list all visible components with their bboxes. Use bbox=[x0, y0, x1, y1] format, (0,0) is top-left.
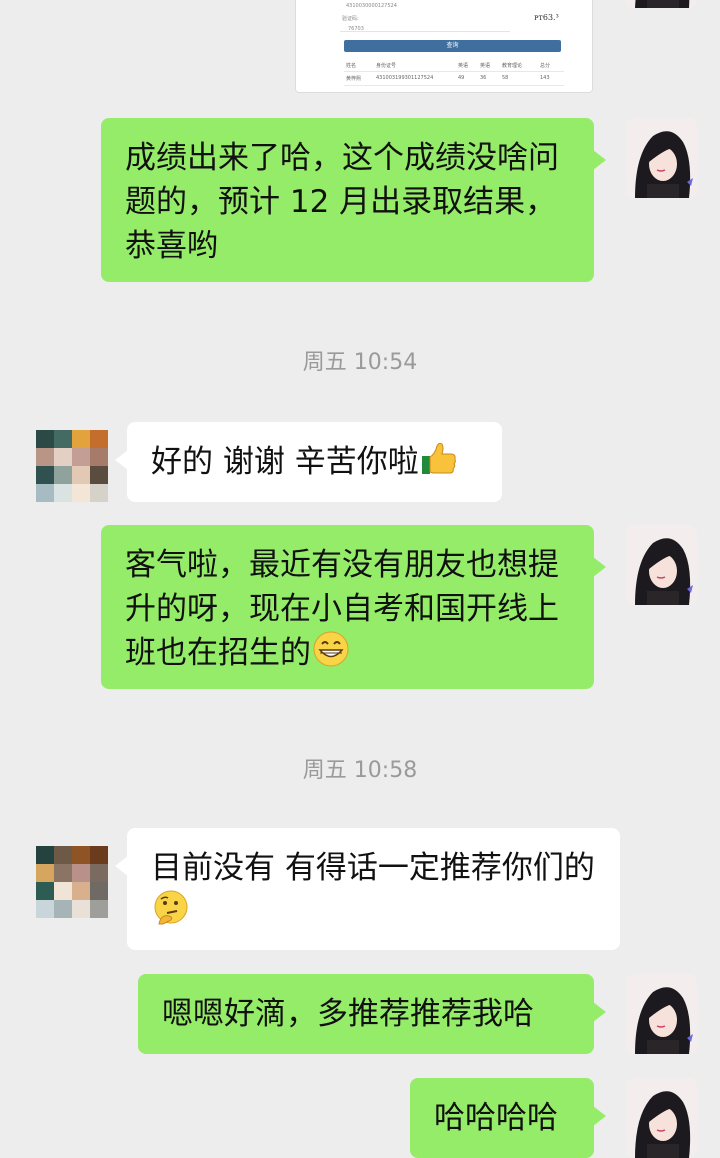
bubble-tail bbox=[593, 150, 606, 170]
message-text: 目前没有 有得话一定推荐你们的 bbox=[151, 850, 595, 886]
score-table-header: 姓名 身份证号 英语 英语 教育理论 总分 bbox=[346, 63, 551, 69]
bubble-tail bbox=[115, 450, 128, 470]
my-avatar[interactable] bbox=[625, 525, 697, 605]
message-bubble-other[interactable]: 好的 谢谢 辛苦你啦 bbox=[115, 422, 502, 502]
table-divider bbox=[344, 85, 564, 86]
girl-avatar-icon bbox=[625, 974, 697, 1054]
captcha-image: ᴘᴛ63.³ bbox=[534, 13, 559, 22]
grin-icon bbox=[313, 631, 349, 679]
message-text: 成绩出来了哈，这个成绩没啥问题的，预计 12 月出录取结果，恭喜哟 bbox=[125, 140, 559, 264]
my-avatar[interactable] bbox=[625, 118, 697, 198]
query-button: 查询 bbox=[344, 40, 561, 52]
pixelated-avatar-icon bbox=[36, 846, 108, 918]
bubble-tail bbox=[593, 1002, 606, 1022]
bubble-tail bbox=[115, 856, 128, 876]
message-bubble-mine[interactable]: 哈哈哈哈 bbox=[410, 1078, 606, 1158]
timestamp: 周五 10:58 bbox=[302, 758, 418, 783]
girl-avatar-icon bbox=[625, 525, 697, 605]
captcha-value: 76703 bbox=[348, 26, 364, 32]
my-avatar[interactable] bbox=[625, 0, 697, 8]
message-bubble-mine[interactable]: 客气啦，最近有没有朋友也想提升的呀，现在小自考和国开线上班也在招生的 bbox=[101, 525, 606, 689]
message-text: 嗯嗯好滴，多推荐推荐我哈 bbox=[162, 996, 534, 1032]
girl-avatar-icon bbox=[625, 1078, 697, 1158]
captcha-input-field bbox=[340, 23, 510, 32]
score-table-row: 黄梓熙 431003199301127524 49 36 58 143 bbox=[346, 75, 550, 82]
message-bubble-mine[interactable]: 成绩出来了哈，这个成绩没啥问题的，预计 12 月出录取结果，恭喜哟 bbox=[101, 118, 606, 282]
my-avatar[interactable] bbox=[625, 974, 697, 1054]
message-bubble-mine[interactable]: 嗯嗯好滴，多推荐推荐我哈 bbox=[138, 974, 606, 1054]
pixelated-avatar-icon bbox=[36, 430, 108, 502]
thinking-icon bbox=[153, 890, 189, 938]
thumbs-up-icon bbox=[421, 442, 457, 488]
contact-avatar[interactable] bbox=[36, 430, 108, 502]
captcha-label: 验证码: bbox=[342, 16, 359, 22]
message-bubble-other[interactable]: 目前没有 有得话一定推荐你们的 bbox=[115, 828, 620, 950]
message-text: 哈哈哈哈 bbox=[434, 1100, 558, 1136]
message-text: 好的 谢谢 辛苦你啦 bbox=[151, 444, 419, 480]
screenshot-image-message[interactable]: 4310030000127524 验证码: 76703 ᴘᴛ63.³ 查询 姓名… bbox=[295, 0, 593, 93]
masked-id-text: 4310030000127524 bbox=[346, 3, 397, 9]
table-divider bbox=[344, 71, 564, 72]
contact-avatar[interactable] bbox=[36, 846, 108, 918]
bubble-tail bbox=[593, 557, 606, 577]
girl-avatar-icon bbox=[625, 0, 697, 8]
bubble-tail bbox=[593, 1106, 606, 1126]
timestamp: 周五 10:54 bbox=[302, 350, 418, 375]
my-avatar[interactable] bbox=[625, 1078, 697, 1158]
girl-avatar-icon bbox=[625, 118, 697, 198]
